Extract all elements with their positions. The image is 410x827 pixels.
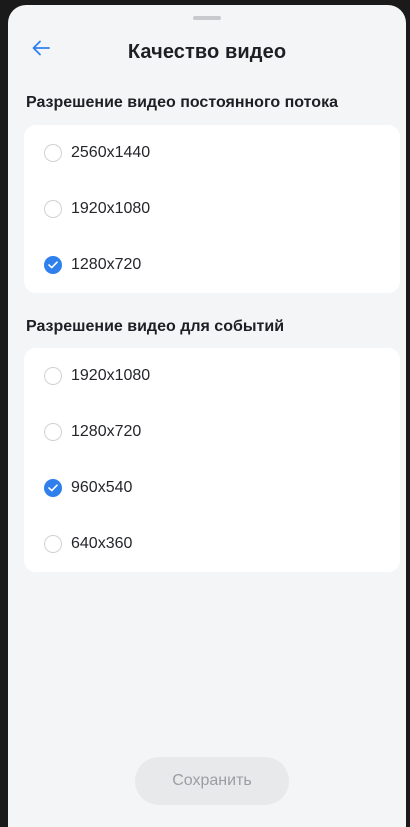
- stream-option-2560x1440[interactable]: 2560x1440: [24, 125, 400, 181]
- option-label: 960x540: [71, 479, 133, 496]
- radio-checked-icon[interactable]: [44, 479, 62, 497]
- radio-unchecked-icon[interactable]: [44, 200, 62, 218]
- radio-checked-icon[interactable]: [44, 256, 62, 274]
- sheet-drag-handle[interactable]: [193, 16, 221, 20]
- radio-unchecked-icon[interactable]: [44, 367, 62, 385]
- event-option-960x540[interactable]: 960x540: [24, 460, 400, 516]
- option-label: 640x360: [71, 535, 133, 552]
- bottom-sheet: Качество видео Разрешение видео постоянн…: [8, 5, 406, 827]
- radio-unchecked-icon[interactable]: [44, 423, 62, 441]
- option-label: 2560x1440: [71, 144, 151, 161]
- stream-option-1280x720[interactable]: 1280x720: [24, 237, 400, 293]
- radio-unchecked-icon[interactable]: [44, 535, 62, 553]
- event-resolution-card: 1920x1080 1280x720 960x540 640x360: [24, 348, 400, 572]
- event-option-1280x720[interactable]: 1280x720: [24, 404, 400, 460]
- option-label: 1280x720: [71, 423, 142, 440]
- option-label: 1280x720: [71, 256, 142, 273]
- stream-resolution-card: 2560x1440 1920x1080 1280x720: [24, 125, 400, 293]
- stream-option-1920x1080[interactable]: 1920x1080: [24, 181, 400, 237]
- event-option-640x360[interactable]: 640x360: [24, 516, 400, 572]
- option-label: 1920x1080: [71, 367, 151, 384]
- option-label: 1920x1080: [71, 200, 151, 217]
- event-option-1920x1080[interactable]: 1920x1080: [24, 348, 400, 404]
- page-title: Качество видео: [127, 41, 287, 63]
- event-resolution-heading: Разрешение видео для событий: [26, 318, 285, 335]
- save-button[interactable]: Сохранить: [135, 757, 289, 805]
- header: Качество видео: [8, 31, 406, 71]
- radio-unchecked-icon[interactable]: [44, 144, 62, 162]
- stream-resolution-heading: Разрешение видео постоянного потока: [26, 94, 338, 111]
